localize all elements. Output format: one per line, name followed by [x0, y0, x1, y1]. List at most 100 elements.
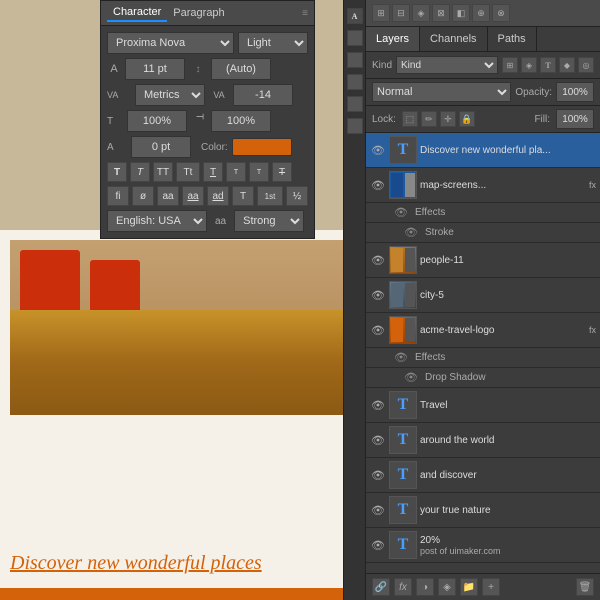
baseline-input[interactable]: 0 pt — [131, 136, 191, 158]
lock-pixels-icon[interactable]: ✏ — [421, 111, 437, 127]
fill-input[interactable]: 100% — [556, 109, 594, 129]
style-btn-bold[interactable]: T — [107, 162, 127, 182]
blend-mode-select[interactable]: Normal — [372, 82, 511, 102]
kind-smart-icon[interactable]: ◎ — [578, 57, 594, 73]
glyph-fi[interactable]: fi — [107, 186, 129, 206]
tab-paths[interactable]: Paths — [488, 27, 537, 51]
thumb-around: T — [389, 426, 417, 454]
font-family-select[interactable]: Proxima Nova — [107, 32, 234, 54]
table-surface — [10, 310, 350, 415]
glyph-o[interactable]: ø — [132, 186, 154, 206]
kind-shape-icon[interactable]: ◆ — [559, 57, 575, 73]
fx-btn[interactable]: fx — [394, 578, 412, 596]
panel-icon-5[interactable]: ◧ — [452, 4, 470, 22]
style-btn-t2[interactable]: T — [249, 162, 269, 182]
type-tool-btn[interactable]: A — [347, 8, 363, 24]
eye-stroke[interactable]: 👁 — [404, 226, 418, 239]
glyph-1st[interactable]: 1st — [257, 186, 283, 206]
panel-icon-2[interactable]: ⊟ — [392, 4, 410, 22]
tracking-input[interactable]: -14 — [233, 84, 293, 106]
tool-btn-4[interactable] — [347, 96, 363, 112]
eye-travel[interactable]: 👁 — [370, 397, 386, 413]
eye-discover[interactable]: 👁 — [370, 142, 386, 158]
panel-icon-7[interactable]: ⊗ — [492, 4, 510, 22]
kind-adjust-icon[interactable]: ◈ — [521, 57, 537, 73]
discover-text[interactable]: Discover new wonderful places — [10, 552, 262, 575]
scale-v-input[interactable]: 100% — [211, 110, 271, 132]
style-btn-italic[interactable]: T — [130, 162, 150, 182]
layer-item-nature[interactable]: 👁 T your true nature — [366, 493, 600, 528]
layer-item-people[interactable]: 👁 people-11 — [366, 243, 600, 278]
eye-nature[interactable]: 👁 — [370, 502, 386, 518]
style-btn-t1[interactable]: T — [226, 162, 246, 182]
layer-item-logo[interactable]: 👁 acme-travel-logo fx — [366, 313, 600, 348]
layer-fx-map[interactable]: fx — [589, 180, 596, 190]
delete-btn[interactable]: 🗑 — [576, 578, 594, 596]
effects-label-logo: Effects — [415, 352, 445, 363]
glyph-ad[interactable]: ad — [207, 186, 229, 206]
glyph-aa2[interactable]: aa — [182, 186, 204, 206]
tool-btn-2[interactable] — [347, 52, 363, 68]
glyph-aa[interactable]: aa — [157, 186, 179, 206]
language-select[interactable]: English: USA — [107, 210, 207, 232]
style-btn-underline[interactable]: T — [203, 162, 223, 182]
eye-dropshadow[interactable]: 👁 — [404, 371, 418, 384]
new-layer-btn[interactable]: + — [482, 578, 500, 596]
eye-people[interactable]: 👁 — [370, 252, 386, 268]
layer-fx-logo[interactable]: fx — [589, 325, 596, 335]
layer-item-travel[interactable]: 👁 T Travel — [366, 388, 600, 423]
glyph-half[interactable]: ½ — [286, 186, 308, 206]
style-btn-tt2[interactable]: Tt — [176, 162, 200, 182]
layer-item-discover[interactable]: 👁 T Discover new wonderful pla... — [366, 133, 600, 168]
panel-icon-1[interactable]: ⊞ — [372, 4, 390, 22]
lock-all-icon[interactable]: 🔒 — [459, 111, 475, 127]
layer-item-city[interactable]: 👁 city-5 — [366, 278, 600, 313]
tab-paragraph[interactable]: Paragraph — [167, 5, 230, 21]
style-buttons-row: T T TT Tt T T T T — [107, 162, 308, 182]
folder-btn[interactable]: 📁 — [460, 578, 478, 596]
kind-type-icon[interactable]: T — [540, 57, 556, 73]
layer-item-around[interactable]: 👁 T around the world — [366, 423, 600, 458]
eye-effects-logo[interactable]: 👁 — [394, 351, 408, 364]
canvas-area: Discover new wonderful places — [0, 230, 365, 600]
style-btn-tt[interactable]: TT — [153, 162, 173, 182]
opacity-input[interactable]: 100% — [556, 82, 594, 102]
mask-btn[interactable]: ◑ — [416, 578, 434, 596]
tool-btn-3[interactable] — [347, 74, 363, 90]
style-btn-strike[interactable]: T — [272, 162, 292, 182]
adj-btn[interactable]: ◈ — [438, 578, 456, 596]
panel-icon-4[interactable]: ⊠ — [432, 4, 450, 22]
kind-pixel-icon[interactable]: ⊞ — [502, 57, 518, 73]
font-size-input[interactable]: 11 pt — [125, 58, 185, 80]
tool-btn-1[interactable] — [347, 30, 363, 46]
tab-character[interactable]: Character — [107, 4, 167, 22]
panel-menu-icon[interactable]: ≡ — [302, 8, 308, 19]
color-swatch[interactable] — [232, 138, 292, 156]
font-style-select[interactable]: Light — [238, 32, 308, 54]
eye-around[interactable]: 👁 — [370, 432, 386, 448]
eye-logo[interactable]: 👁 — [370, 322, 386, 338]
tab-layers[interactable]: Layers — [366, 27, 420, 51]
antialias-select[interactable]: Strong — [234, 210, 304, 232]
glyph-T[interactable]: T — [232, 186, 254, 206]
layer-item-map[interactable]: 👁 map-screens... fx — [366, 168, 600, 203]
panel-icon-6[interactable]: ⊕ — [472, 4, 490, 22]
scale-h-input[interactable]: 100% — [127, 110, 187, 132]
panel-icon-3[interactable]: ◈ — [412, 4, 430, 22]
eye-city[interactable]: 👁 — [370, 287, 386, 303]
link-btn[interactable]: 🔗 — [372, 578, 390, 596]
eye-effects-map[interactable]: 👁 — [394, 206, 408, 219]
panel-top-icons: ⊞ ⊟ ◈ ⊠ ◧ ⊕ ⊗ — [366, 0, 600, 27]
eye-map[interactable]: 👁 — [370, 177, 386, 193]
eye-20pct[interactable]: 👁 — [370, 537, 386, 553]
lock-position-icon[interactable]: ✛ — [440, 111, 456, 127]
layer-item-and-discover[interactable]: 👁 T and discover — [366, 458, 600, 493]
kerning-select[interactable]: Metrics — [135, 84, 205, 106]
kind-select[interactable]: Kind — [396, 56, 498, 74]
layer-item-20pct[interactable]: 👁 T 20% post of uimaker.com — [366, 528, 600, 563]
tab-channels[interactable]: Channels — [420, 27, 487, 51]
eye-and-discover[interactable]: 👁 — [370, 467, 386, 483]
leading-input[interactable]: (Auto) — [211, 58, 271, 80]
lock-transparent-icon[interactable]: ⬚ — [402, 111, 418, 127]
tool-btn-5[interactable] — [347, 118, 363, 134]
